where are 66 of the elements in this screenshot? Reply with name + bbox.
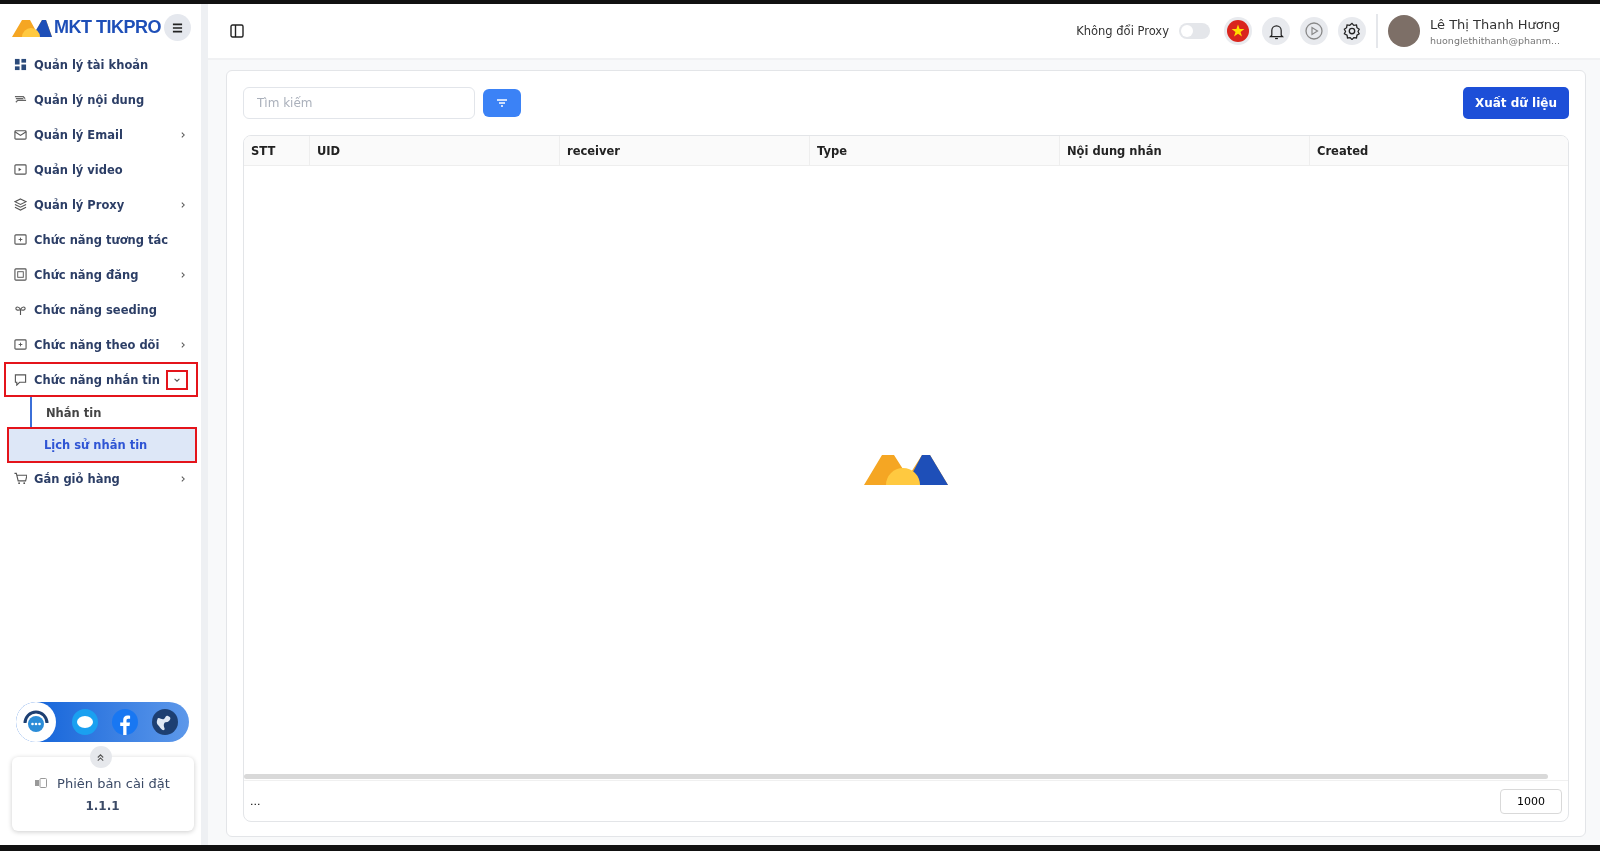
video-icon <box>14 163 27 176</box>
facebook-icon[interactable] <box>112 709 138 735</box>
column-header: Created <box>1316 142 1370 160</box>
collapse-button[interactable] <box>89 746 112 768</box>
chevron-right-icon[interactable] <box>179 200 187 209</box>
user-name: Lê Thị Thanh Hương <box>1430 16 1562 32</box>
filter-button[interactable] <box>483 89 521 117</box>
sidebar-item[interactable]: Chức năng tương tác <box>0 222 201 257</box>
chat-box-icon <box>14 233 27 246</box>
zalo-chat-icon[interactable] <box>72 709 98 735</box>
column-header: receiver <box>560 136 810 165</box>
export-button[interactable]: Xuất dữ liệu <box>1462 87 1569 119</box>
support-headset-icon[interactable] <box>16 702 56 742</box>
sidebar-item[interactable]: Quản lý Email <box>0 117 201 152</box>
sprout-icon <box>14 303 27 316</box>
version-number: 1.1.1 <box>85 798 120 813</box>
sidebar-item[interactable]: Chức năng theo dõi <box>0 327 201 362</box>
flag-icon <box>1227 20 1249 42</box>
language-button[interactable] <box>1224 17 1252 45</box>
sidebar-toggle-icon[interactable] <box>230 24 244 38</box>
notification-button[interactable] <box>1262 17 1290 45</box>
column-header: UID <box>310 136 560 165</box>
brand-name: MKT TIKPRO <box>54 17 161 38</box>
stack-icon <box>14 198 27 211</box>
bubble-icon <box>14 373 27 386</box>
device-icon <box>35 778 48 788</box>
column-header: Type <box>810 136 1060 165</box>
double-chevron-up-icon <box>96 752 105 762</box>
menu-button[interactable] <box>164 14 191 41</box>
column-header: STT <box>244 136 310 165</box>
chevron-right-icon[interactable] <box>179 130 187 139</box>
avatar[interactable] <box>1388 15 1420 47</box>
grid-icon <box>14 58 27 71</box>
filter-icon <box>496 98 508 108</box>
proxy-toggle[interactable] <box>1179 23 1210 39</box>
sidebar-item[interactable]: Gắn giỏ hàng <box>0 461 201 496</box>
settings-button[interactable] <box>1338 17 1366 45</box>
sidebar-item[interactable]: Quản lý Proxy <box>0 187 201 222</box>
chevron-right-icon[interactable] <box>179 474 187 483</box>
chat-box-icon <box>14 338 27 351</box>
arrows-icon <box>14 93 27 106</box>
sidebar-item[interactable]: Chức năng seeding <box>0 292 201 327</box>
search-field[interactable]: Tìm kiếm <box>243 87 475 119</box>
globe-icon[interactable] <box>152 709 178 735</box>
menu-icon <box>172 22 183 33</box>
cart-icon <box>14 472 27 485</box>
column-header: Nội dung nhắn <box>1060 136 1310 165</box>
chevron-right-icon[interactable] <box>179 340 187 349</box>
version-label: Phiên bản cài đặt <box>57 775 170 791</box>
chevron-right-icon[interactable] <box>179 270 187 279</box>
user-email: huonglethithanh@phanm... <box>1430 34 1562 46</box>
sidebar-item[interactable]: Quản lý video <box>0 152 201 187</box>
mail-icon <box>14 128 27 141</box>
footer-text: ... <box>250 794 261 808</box>
play-button[interactable] <box>1300 17 1328 45</box>
sidebar-item[interactable]: Chức năng nhắn tin <box>4 362 198 397</box>
submenu-item[interactable]: Lịch sử nhắn tin <box>9 429 195 461</box>
sidebar-item[interactable]: Chức năng đăng <box>0 257 201 292</box>
settings-icon <box>1343 22 1361 40</box>
play-icon <box>1305 22 1323 40</box>
sidebar-item[interactable]: Quản lý nội dung <box>0 82 201 117</box>
page-size-field[interactable]: 1000 <box>1500 788 1562 814</box>
sidebar-item[interactable]: Quản lý tài khoản <box>0 47 201 82</box>
bell-icon <box>1268 22 1284 40</box>
square-icon <box>14 268 27 281</box>
proxy-label: Không đổi Proxy <box>1076 24 1169 38</box>
